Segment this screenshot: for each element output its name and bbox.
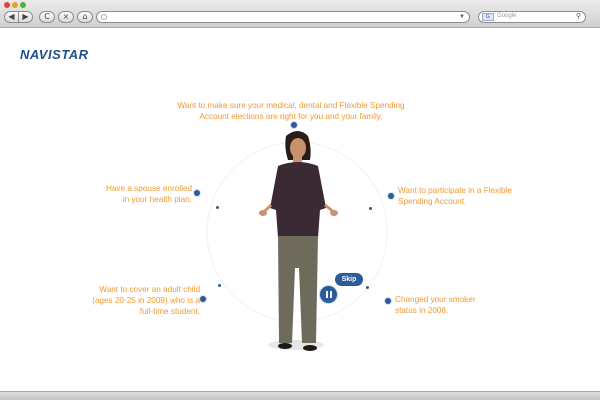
prompt-left-upper[interactable]: Have a spouse enrolled in your health pl…: [98, 183, 192, 205]
pause-icon-bar-left: [326, 291, 328, 298]
ring-point-right-upper: [369, 207, 372, 210]
home-button[interactable]: ⌂: [77, 11, 93, 23]
prompt-right-upper-marker[interactable]: [388, 193, 394, 199]
prompt-left-lower[interactable]: Want to cover an adult child (ages 20-25…: [88, 284, 200, 317]
pause-icon-bar-right: [330, 291, 332, 298]
address-dropdown-icon[interactable]: ▼: [459, 14, 465, 20]
forward-icon: ▶: [22, 12, 29, 21]
ring-point-left-upper: [216, 206, 219, 209]
forward-button[interactable]: ▶: [18, 11, 33, 23]
stop-icon: ×: [62, 12, 70, 21]
back-button[interactable]: ◀: [4, 11, 19, 23]
prompt-right-lower[interactable]: Changed your smoker status in 2008.: [395, 294, 495, 316]
search-placeholder: Google: [497, 13, 517, 19]
browser-toolbar: ◀ ▶ C × ⌂ ▼ G Google ⚲: [0, 0, 600, 28]
search-icon[interactable]: ⚲: [576, 12, 581, 20]
pause-button[interactable]: [320, 286, 337, 303]
navistar-logo: NAVISTAR: [20, 47, 89, 62]
google-icon: G: [482, 13, 494, 21]
address-bar[interactable]: ▼: [96, 11, 470, 23]
prompt-left-lower-marker[interactable]: [200, 296, 206, 302]
prompt-top[interactable]: Want to make sure your medical, dental a…: [170, 100, 412, 122]
prompt-right-upper[interactable]: Want to participate in a Flexible Spendi…: [398, 185, 513, 207]
skip-button[interactable]: Skip: [335, 273, 363, 286]
stop-button[interactable]: ×: [58, 11, 74, 23]
minimize-window-button[interactable]: [12, 2, 18, 8]
zoom-window-button[interactable]: [20, 2, 26, 8]
search-field[interactable]: G Google ⚲: [478, 11, 586, 23]
presenter-figure: [259, 131, 338, 351]
reload-icon: C: [44, 12, 50, 21]
browser-status-bar: [0, 391, 600, 400]
ring-point-right-lower: [366, 286, 369, 289]
home-icon: ⌂: [82, 12, 88, 21]
ring-point-left-lower: [218, 284, 221, 287]
prompt-left-upper-marker[interactable]: [194, 190, 200, 196]
back-icon: ◀: [8, 12, 15, 21]
reload-button[interactable]: C: [39, 11, 55, 23]
prompt-right-lower-marker[interactable]: [385, 298, 391, 304]
close-window-button[interactable]: [4, 2, 10, 8]
page-icon: [101, 14, 107, 20]
